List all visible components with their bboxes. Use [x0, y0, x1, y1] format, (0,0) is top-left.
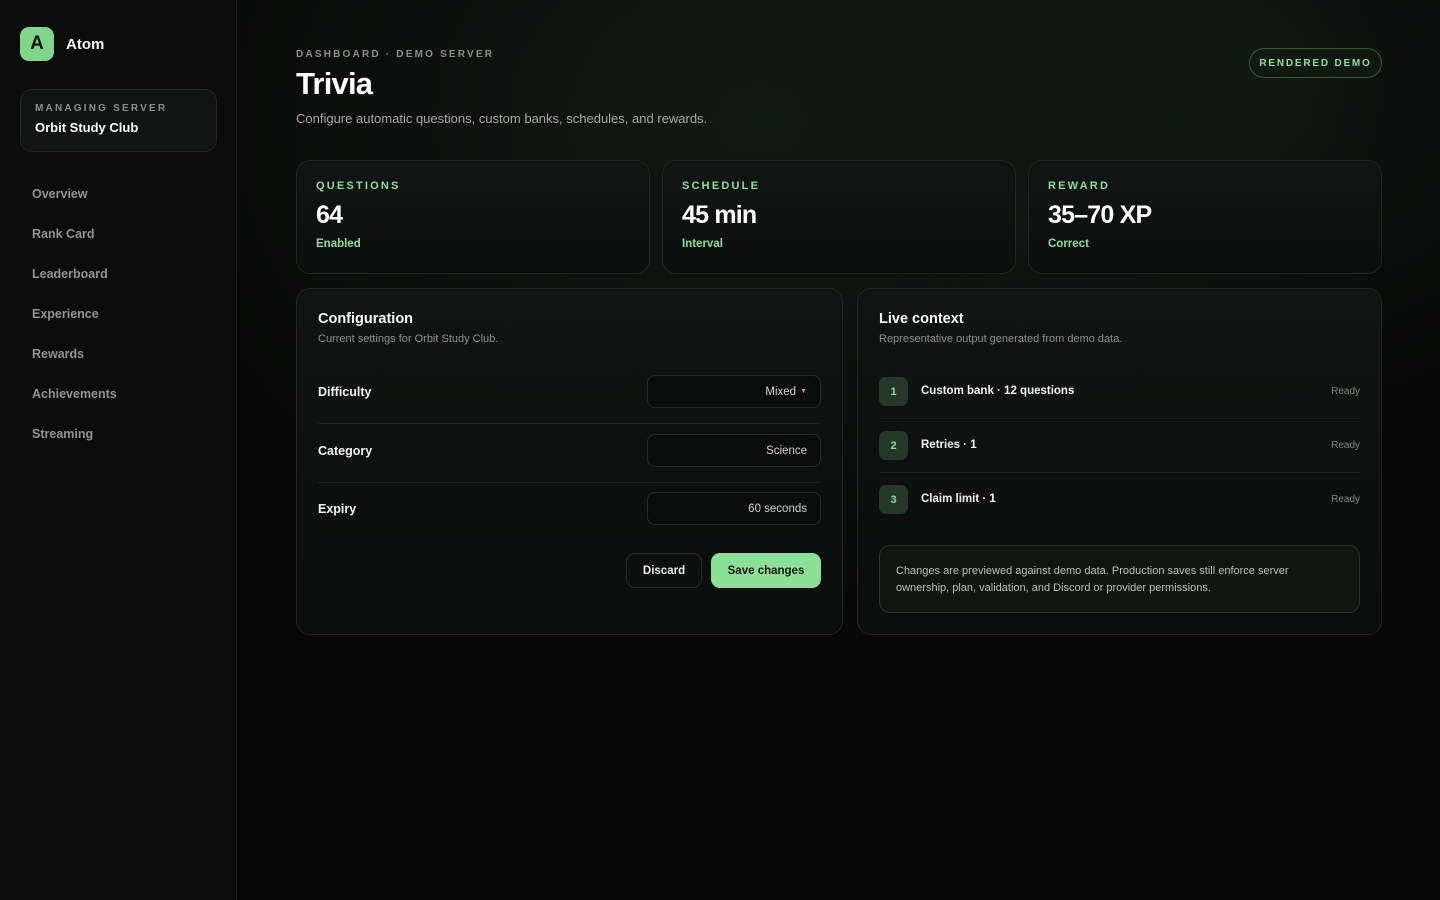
- config-row-expiry: Expiry 60 seconds: [318, 482, 821, 540]
- brand-logo: A: [20, 27, 54, 61]
- list-item-text: Claim limit · 1: [921, 493, 996, 505]
- server-selector[interactable]: MANAGING SERVER Orbit Study Club: [20, 89, 217, 152]
- stat-value: 64: [316, 201, 343, 229]
- panel-title: Configuration: [318, 311, 414, 327]
- stat-card-questions: QUESTIONS 64 Enabled: [296, 160, 650, 274]
- server-name: Orbit Study Club: [35, 120, 139, 135]
- status-badge: Ready: [1331, 440, 1360, 451]
- expiry-value: 60 seconds: [748, 502, 807, 515]
- category-input[interactable]: Science: [647, 434, 821, 467]
- difficulty-label: Difficulty: [318, 385, 372, 399]
- status-badge: Ready: [1331, 386, 1360, 397]
- panel-subtitle: Current settings for Orbit Study Club.: [318, 333, 499, 345]
- page-subtitle: Configure automatic questions, custom ba…: [296, 111, 708, 126]
- panel-subtitle: Representative output generated from dem…: [879, 333, 1123, 345]
- stat-card-reward: REWARD 35–70 XP Correct: [1028, 160, 1382, 274]
- stat-card-schedule: SCHEDULE 45 min Interval: [662, 160, 1016, 274]
- list-item: 3 Claim limit · 1 Ready: [879, 472, 1360, 526]
- expiry-label: Expiry: [318, 502, 357, 516]
- brand-name: Atom: [66, 35, 105, 53]
- server-eyebrow: MANAGING SERVER: [35, 103, 168, 114]
- stat-value: 35–70 XP: [1048, 201, 1152, 229]
- stat-label: REWARD: [1048, 180, 1111, 192]
- breadcrumb: DASHBOARD · DEMO SERVER: [296, 49, 495, 60]
- category-label: Category: [318, 444, 373, 458]
- save-changes-button[interactable]: Save changes: [711, 553, 821, 588]
- stat-note: Correct: [1048, 238, 1089, 250]
- stat-label: SCHEDULE: [682, 180, 761, 192]
- difficulty-value: Mixed: [765, 385, 797, 398]
- sidebar: A Atom MANAGING SERVER Orbit Study Club …: [0, 0, 237, 900]
- brand[interactable]: A Atom: [20, 27, 104, 61]
- caret-down-icon: ▼: [800, 388, 807, 395]
- list-item-text: Retries · 1: [921, 439, 977, 451]
- expiry-input[interactable]: 60 seconds: [647, 492, 821, 525]
- stat-note: Enabled: [316, 238, 361, 250]
- sidebar-item-overview[interactable]: Overview: [32, 185, 117, 225]
- difficulty-select[interactable]: Mixed ▼: [647, 375, 821, 408]
- discard-button[interactable]: Discard: [626, 553, 702, 588]
- step-number: 3: [879, 485, 908, 514]
- sidebar-item-streaming[interactable]: Streaming: [32, 425, 117, 465]
- list-item: 1 Custom bank · 12 questions Ready: [879, 364, 1360, 419]
- demo-note: Changes are previewed against demo data.…: [879, 545, 1360, 613]
- category-value: Science: [766, 444, 807, 457]
- configuration-panel: Configuration Current settings for Orbit…: [296, 288, 843, 635]
- config-row-category: Category Science: [318, 424, 821, 483]
- list-item-text: Custom bank · 12 questions: [921, 385, 1075, 397]
- sidebar-item-experience[interactable]: Experience: [32, 305, 117, 345]
- sidebar-nav: Overview Rank Card Leaderboard Experienc…: [32, 185, 117, 465]
- panel-title: Live context: [879, 311, 964, 327]
- page-title: Trivia: [296, 66, 373, 101]
- stat-note: Interval: [682, 238, 723, 250]
- config-row-difficulty: Difficulty Mixed ▼: [318, 365, 821, 424]
- live-context-panel: Live context Representative output gener…: [857, 288, 1382, 635]
- list-item: 2 Retries · 1 Ready: [879, 418, 1360, 473]
- sidebar-item-rank-card[interactable]: Rank Card: [32, 225, 117, 265]
- status-badge: Ready: [1331, 494, 1360, 505]
- step-number: 2: [879, 431, 908, 460]
- stat-value: 45 min: [682, 201, 757, 229]
- stat-label: QUESTIONS: [316, 180, 401, 192]
- sidebar-item-rewards[interactable]: Rewards: [32, 345, 117, 385]
- sidebar-item-achievements[interactable]: Achievements: [32, 385, 117, 425]
- sidebar-item-leaderboard[interactable]: Leaderboard: [32, 265, 117, 305]
- step-number: 1: [879, 377, 908, 406]
- rendered-demo-badge: RENDERED DEMO: [1249, 48, 1382, 78]
